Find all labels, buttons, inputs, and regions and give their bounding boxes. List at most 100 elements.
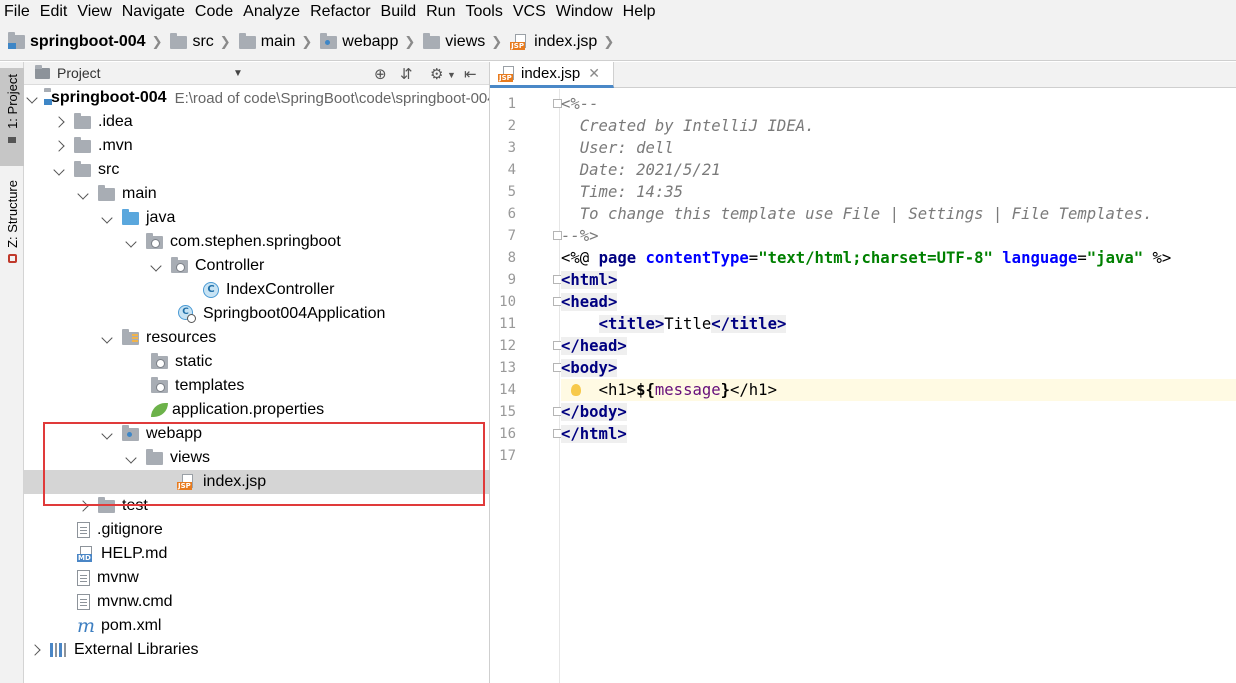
- tree-item-mvnw[interactable]: mvnw: [24, 566, 489, 590]
- package-icon: [146, 232, 163, 249]
- chevron-down-icon[interactable]: [124, 235, 138, 249]
- gear-dropdown-icon[interactable]: ▼: [447, 70, 456, 80]
- chevron-down-icon[interactable]: [100, 211, 114, 225]
- tree-item-templates[interactable]: templates: [24, 374, 489, 398]
- code-line-9: <html>: [561, 271, 618, 289]
- tree-item-main[interactable]: main: [24, 182, 489, 206]
- chevron-right-icon: ❯: [219, 34, 231, 49]
- line-number: 2: [507, 118, 516, 134]
- tab-structure-tool[interactable]: Z: Structure: [0, 180, 24, 280]
- tree-item-src[interactable]: src: [24, 158, 489, 182]
- line-number: 9: [507, 272, 516, 288]
- folder-icon: [151, 352, 168, 369]
- text-file-icon: [77, 570, 90, 586]
- line-number: 3: [507, 140, 516, 156]
- spring-boot-app-icon: C: [178, 305, 196, 323]
- tree-item-idea[interactable]: .idea: [24, 110, 489, 134]
- tree-item-package[interactable]: com.stephen.springboot: [24, 230, 489, 254]
- line-number: 4: [507, 162, 516, 178]
- tool-window-strip: 1: Project Z: Structure: [0, 62, 24, 683]
- menu-navigate[interactable]: Navigate: [118, 0, 191, 24]
- breadcrumb-item-webapp[interactable]: webapp ❯: [320, 32, 423, 51]
- web-folder-icon: [320, 32, 338, 49]
- code-line-14: <h1>${message}</h1>: [561, 379, 1236, 401]
- chevron-down-icon[interactable]: [26, 91, 38, 105]
- line-number: 7: [507, 228, 516, 244]
- chevron-down-icon[interactable]: [124, 451, 138, 465]
- tree-item-test[interactable]: test: [24, 494, 489, 518]
- chevron-down-icon[interactable]: [149, 259, 163, 273]
- chevron-right-icon[interactable]: [28, 643, 42, 657]
- spring-leaf-icon: [151, 403, 168, 417]
- close-icon[interactable]: ✕: [588, 65, 600, 82]
- chevron-down-icon[interactable]: [52, 163, 66, 177]
- tree-item-java[interactable]: java: [24, 206, 489, 230]
- tree-item-pom-xml[interactable]: m pom.xml: [24, 614, 489, 638]
- menu-vcs[interactable]: VCS: [509, 0, 552, 24]
- menu-analyze[interactable]: Analyze: [239, 0, 306, 24]
- tree-item-webapp[interactable]: webapp: [24, 422, 489, 446]
- markdown-file-icon: MD: [77, 546, 94, 562]
- menu-view[interactable]: View: [73, 0, 117, 24]
- chevron-down-icon[interactable]: [76, 187, 90, 201]
- tree-item-mvnw-cmd[interactable]: mvnw.cmd: [24, 590, 489, 614]
- code-line-1: <%--: [561, 95, 599, 113]
- tree-item-mvn[interactable]: .mvn: [24, 134, 489, 158]
- code-area[interactable]: <%-- Created by IntelliJ IDEA. User: del…: [561, 89, 1236, 683]
- line-number: 10: [499, 294, 516, 310]
- breadcrumb-item-src[interactable]: src ❯: [170, 32, 238, 51]
- chevron-down-icon[interactable]: [100, 331, 114, 345]
- code-line-3: User: dell: [561, 139, 674, 157]
- tab-index-jsp[interactable]: JSP index.jsp ✕: [490, 62, 614, 88]
- menu-run[interactable]: Run: [422, 0, 461, 24]
- menu-edit[interactable]: Edit: [36, 0, 74, 24]
- breadcrumb-item-main[interactable]: main ❯: [238, 32, 321, 51]
- tree-item-application[interactable]: C Springboot004Application: [24, 302, 489, 326]
- tree-item-springboot-004[interactable]: springboot-004 E:\road of code\SpringBoo…: [24, 86, 489, 110]
- breadcrumb-item-views[interactable]: views ❯: [423, 32, 510, 51]
- collapse-all-icon[interactable]: ⇵: [400, 65, 413, 83]
- line-number: 17: [499, 448, 516, 464]
- menu-code[interactable]: Code: [191, 0, 239, 24]
- folder-icon: [98, 184, 115, 201]
- tree-item-external-libraries[interactable]: External Libraries: [24, 638, 489, 662]
- tree-item-static[interactable]: static: [24, 350, 489, 374]
- line-number: 11: [499, 316, 516, 332]
- tree-item-gitignore[interactable]: .gitignore: [24, 518, 489, 542]
- menu-help[interactable]: Help: [619, 0, 662, 24]
- menu-build[interactable]: Build: [377, 0, 423, 24]
- folder-icon: [423, 32, 441, 49]
- menu-file[interactable]: File: [0, 0, 36, 24]
- code-line-7: --%>: [561, 227, 599, 245]
- chevron-down-icon[interactable]: [100, 427, 114, 441]
- package-icon: [171, 256, 188, 273]
- menu-window[interactable]: Window: [552, 0, 619, 24]
- view-dropdown-icon[interactable]: ▼: [233, 68, 243, 79]
- text-file-icon: [77, 522, 90, 538]
- locate-icon[interactable]: ⊕: [374, 65, 387, 83]
- chevron-right-icon[interactable]: [52, 139, 66, 153]
- editor-tab-bar: JSP index.jsp ✕: [490, 62, 1236, 88]
- tree-item-resources[interactable]: resources: [24, 326, 489, 350]
- gear-icon[interactable]: ⚙: [430, 65, 443, 83]
- line-number: 13: [499, 360, 516, 376]
- breadcrumb-item-index-jsp[interactable]: JSP index.jsp ❯: [510, 33, 622, 51]
- tree-item-application-properties[interactable]: application.properties: [24, 398, 489, 422]
- tree-item-index-jsp[interactable]: JSP index.jsp: [24, 470, 489, 494]
- code-line-10: <head>: [561, 293, 618, 311]
- tree-item-help-md[interactable]: MD HELP.md: [24, 542, 489, 566]
- lightbulb-icon[interactable]: [571, 384, 581, 396]
- menu-tools[interactable]: Tools: [461, 0, 508, 24]
- maven-icon: m: [77, 615, 96, 637]
- source-folder-icon: [122, 208, 139, 225]
- hide-panel-icon[interactable]: ⇤: [464, 65, 477, 83]
- tree-item-views[interactable]: views: [24, 446, 489, 470]
- tree-item-controller[interactable]: Controller: [24, 254, 489, 278]
- menu-refactor[interactable]: Refactor: [306, 0, 376, 24]
- tab-project-tool[interactable]: 1: Project: [0, 68, 24, 166]
- chevron-right-icon[interactable]: [52, 115, 66, 129]
- chevron-right-icon[interactable]: [76, 499, 90, 513]
- breadcrumb-item-project[interactable]: springboot-004 ❯: [8, 32, 170, 51]
- tree-item-indexcontroller[interactable]: C IndexController: [24, 278, 489, 302]
- code-line-6: To change this template use File | Setti…: [561, 205, 1153, 223]
